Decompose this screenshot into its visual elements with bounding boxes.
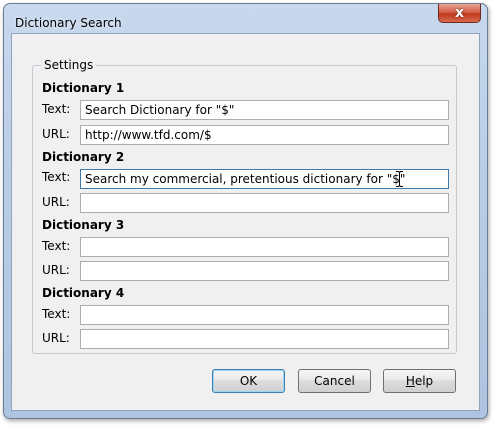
dictionary-1-heading: Dictionary 1 bbox=[42, 81, 125, 95]
help-button-label-rest: elp bbox=[414, 374, 434, 388]
dictionary-1-text-field[interactable]: Search Dictionary for "$" bbox=[80, 100, 449, 120]
dialog-window: Dictionary Search x Settings Dictionary … bbox=[3, 3, 488, 419]
dictionary-4-text-field[interactable] bbox=[80, 305, 449, 325]
dictionary-1-url-label: URL: bbox=[42, 127, 70, 141]
cancel-button[interactable]: Cancel bbox=[298, 369, 371, 393]
close-icon: x bbox=[454, 5, 465, 21]
title-bar[interactable]: Dictionary Search x bbox=[4, 4, 487, 32]
close-button[interactable]: x bbox=[438, 4, 481, 23]
dictionary-2-text-label: Text: bbox=[42, 170, 71, 184]
help-button[interactable]: Help bbox=[383, 369, 456, 393]
dictionary-3-url-label: URL: bbox=[42, 263, 70, 277]
dictionary-4-text-label: Text: bbox=[42, 307, 71, 321]
dictionary-2-url-label: URL: bbox=[42, 195, 70, 209]
dictionary-2-text-field[interactable]: Search my commercial, pretentious dictio… bbox=[80, 169, 449, 189]
dictionary-1-url-field[interactable]: http://www.tfd.com/$ bbox=[80, 125, 449, 145]
dictionary-1-text-label: Text: bbox=[42, 102, 71, 116]
dictionary-2-url-field[interactable] bbox=[80, 193, 449, 213]
ibeam-cursor-icon bbox=[396, 171, 403, 187]
dictionary-3-heading: Dictionary 3 bbox=[42, 218, 125, 232]
dictionary-4-url-field[interactable] bbox=[80, 329, 449, 349]
dialog-body: Settings Dictionary 1 Text: Search Dicti… bbox=[11, 33, 480, 411]
dictionary-4-url-label: URL: bbox=[42, 331, 70, 345]
settings-legend: Settings bbox=[41, 58, 97, 72]
help-accelerator-letter: H bbox=[405, 374, 415, 388]
dictionary-3-text-field[interactable] bbox=[80, 237, 449, 257]
window-title: Dictionary Search bbox=[15, 16, 122, 30]
dictionary-3-text-label: Text: bbox=[42, 239, 71, 253]
ok-button[interactable]: OK bbox=[212, 369, 285, 393]
dictionary-4-heading: Dictionary 4 bbox=[42, 286, 125, 300]
dictionary-3-url-field[interactable] bbox=[80, 261, 449, 281]
dictionary-2-heading: Dictionary 2 bbox=[42, 150, 125, 164]
